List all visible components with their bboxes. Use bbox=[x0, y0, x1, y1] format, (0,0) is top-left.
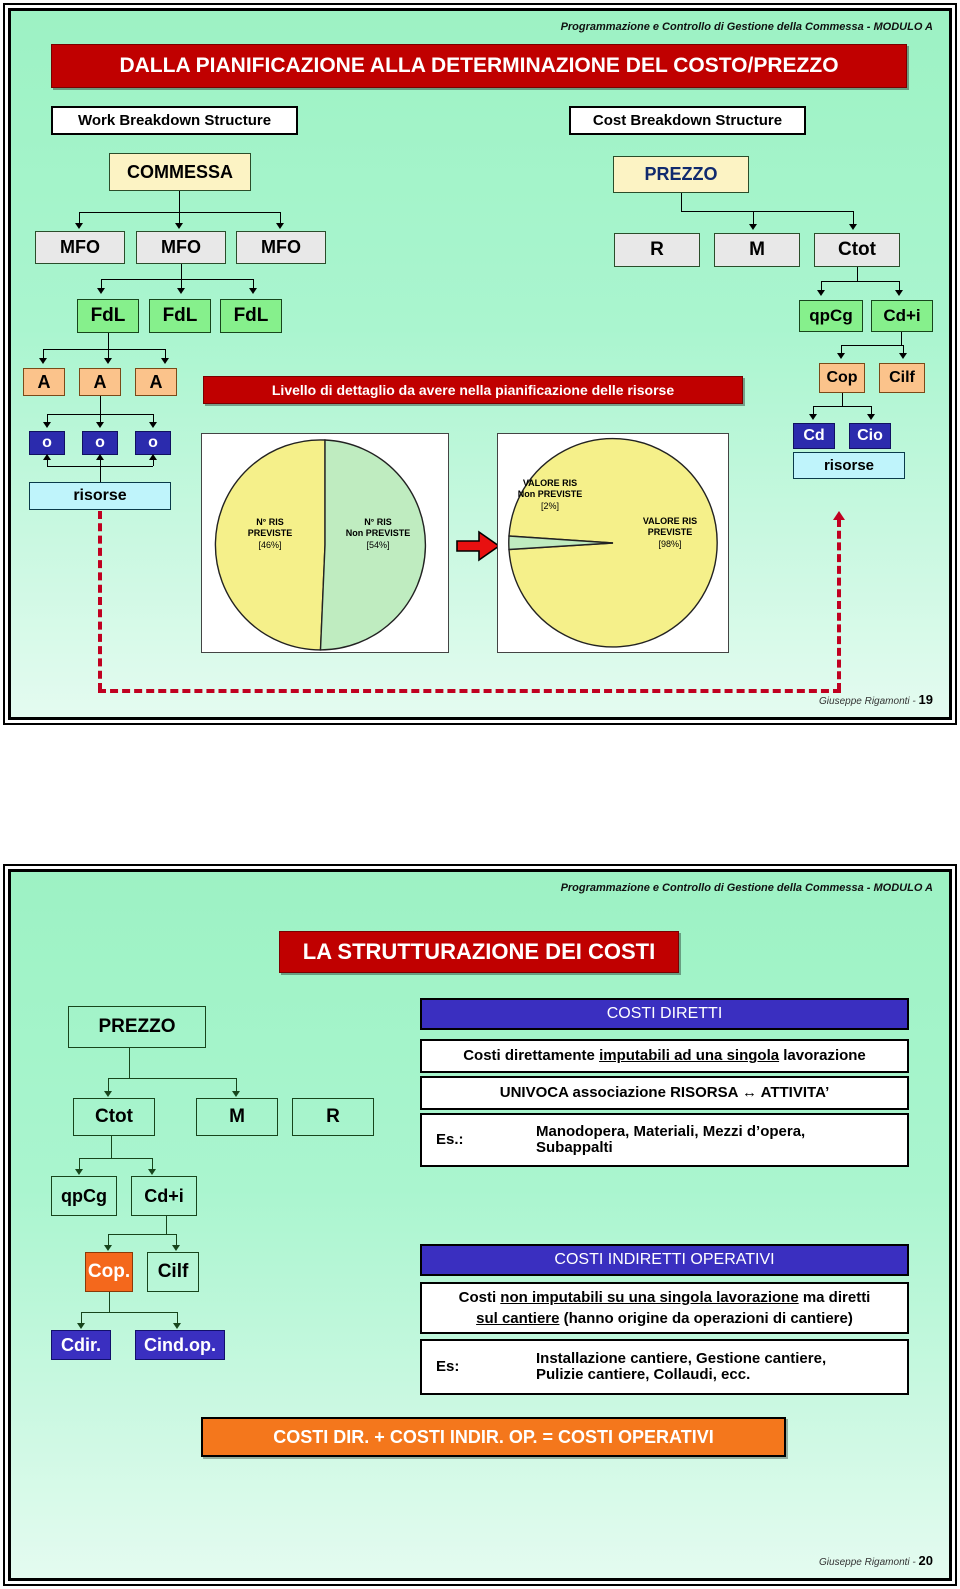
wbs-mfo-1: MFO bbox=[35, 231, 125, 264]
wbs-mfo-3: MFO bbox=[236, 231, 326, 264]
costi-diretti-definition: Costi direttamente imputabili ad una sin… bbox=[420, 1039, 909, 1073]
wbs-fdl-2: FdL bbox=[149, 299, 211, 333]
slide-1: Programmazione e Controllo di Gestione d… bbox=[3, 3, 957, 725]
indirect-def-l1-pre: Costi bbox=[458, 1289, 501, 1306]
slide2-cindop: Cind.op. bbox=[135, 1330, 225, 1360]
wbs-label: Work Breakdown Structure bbox=[51, 106, 298, 135]
cbs-root-prezzo: PREZZO bbox=[613, 156, 749, 193]
slide2-title: LA STRUTTURAZIONE DEI COSTI bbox=[279, 931, 679, 973]
costi-diretti-heading: COSTI DIRETTI bbox=[420, 998, 909, 1030]
slide2-cop: Cop. bbox=[85, 1252, 133, 1292]
slide1-footer: Giuseppe Rigamonti - 19 bbox=[819, 692, 933, 707]
slide1-header: Programmazione e Controllo di Gestione d… bbox=[560, 21, 933, 33]
costi-diretti-example-key: Es.: bbox=[436, 1131, 464, 1149]
slide2-cdi: Cd+i bbox=[131, 1176, 197, 1216]
wbs-risorse: risorse bbox=[29, 482, 171, 510]
definition-post: lavorazione bbox=[779, 1047, 866, 1065]
pie1-slice1-label: N° RIS PREVISTE [46%] bbox=[247, 517, 293, 550]
costi-indiretti-heading: COSTI INDIRETTI OPERATIVI bbox=[420, 1244, 909, 1276]
costi-operativi-sum-bar: COSTI DIR. + COSTI INDIR. OP. = COSTI OP… bbox=[201, 1417, 786, 1457]
cbs-cilf: Cilf bbox=[879, 363, 925, 393]
cbs-qpcg: qpCg bbox=[799, 300, 863, 332]
costi-diretti-example-values: Manodopera, Materiali, Mezzi d’opera, Su… bbox=[536, 1123, 806, 1156]
cbs-cop: Cop bbox=[819, 363, 865, 393]
costi-diretti-association: UNIVOCA associazione RISORSA ↔ ATTIVITA’ bbox=[420, 1076, 909, 1110]
wbs-fdl-3: FdL bbox=[220, 299, 282, 333]
slide2-r: R bbox=[292, 1098, 374, 1136]
slide2-prezzo: PREZZO bbox=[68, 1006, 206, 1048]
wbs-fdl-1: FdL bbox=[77, 299, 139, 333]
pie2-slice2-label: VALORE RIS PREVISTE [98%] bbox=[642, 516, 698, 549]
dashed-link-bottom bbox=[98, 689, 841, 693]
cbs-risorse: risorse bbox=[793, 452, 905, 479]
costi-indiretti-example-key: Es: bbox=[436, 1358, 460, 1376]
dashed-link-left bbox=[98, 511, 102, 691]
cbs-cio: Cio bbox=[849, 423, 891, 449]
definition-underline: imputabili ad una singola bbox=[599, 1047, 780, 1065]
cbs-r: R bbox=[614, 233, 700, 267]
costi-indiretti-examples: Es: Installazione cantiere, Gestione can… bbox=[420, 1339, 909, 1395]
cbs-label: Cost Breakdown Structure bbox=[569, 106, 806, 135]
slide2-qpcg: qpCg bbox=[51, 1176, 117, 1216]
wbs-o-3: o bbox=[135, 431, 171, 455]
pie2-slice1-label: VALORE RIS Non PREVISTE [2%] bbox=[517, 478, 583, 511]
wbs-a-2: A bbox=[79, 368, 121, 396]
slides-page: Programmazione e Controllo di Gestione d… bbox=[0, 0, 960, 1589]
costi-indiretti-definition: Costi non imputabili su una singola lavo… bbox=[420, 1282, 909, 1334]
dashed-link-arrow bbox=[833, 511, 845, 520]
pie1-slice2-label: N° RIS Non PREVISTE [54%] bbox=[345, 517, 411, 550]
slide2-cdir: Cdir. bbox=[51, 1330, 111, 1360]
costi-diretti-examples: Es.: Manodopera, Materiali, Mezzi d’oper… bbox=[420, 1113, 909, 1167]
pie-chart-1: N° RIS PREVISTE [46%] N° RIS Non PREVIST… bbox=[201, 433, 449, 653]
cbs-cd: Cd bbox=[793, 423, 835, 449]
cbs-cdi: Cd+i bbox=[871, 300, 933, 332]
dashed-link-right bbox=[837, 519, 841, 691]
slide1-banner: Livello di dettaglio da avere nella pian… bbox=[203, 376, 743, 404]
pie-chart-2: VALORE RIS Non PREVISTE [2%] VALORE RIS … bbox=[497, 433, 729, 653]
wbs-mfo-2: MFO bbox=[136, 231, 226, 264]
costi-indiretti-example-values: Installazione cantiere, Gestione cantier… bbox=[536, 1350, 827, 1383]
slide2-ctot: Ctot bbox=[73, 1098, 155, 1136]
indirect-def-l1-underline: non imputabili su una singola lavorazion… bbox=[500, 1289, 799, 1306]
slide2-header: Programmazione e Controllo di Gestione d… bbox=[560, 882, 933, 894]
slide1-title: DALLA PIANIFICAZIONE ALLA DETERMINAZIONE… bbox=[51, 44, 907, 88]
cbs-m: M bbox=[714, 233, 800, 267]
indirect-def-l2-underline: sul cantiere bbox=[476, 1310, 560, 1327]
definition-pre: Costi direttamente bbox=[463, 1047, 600, 1065]
transition-arrow-icon bbox=[455, 529, 501, 568]
slide2-cilf: Cilf bbox=[147, 1252, 199, 1292]
slide2-footer: Giuseppe Rigamonti - 20 bbox=[819, 1553, 933, 1568]
wbs-o-1: o bbox=[29, 431, 65, 455]
slide-2: Programmazione e Controllo di Gestione d… bbox=[3, 864, 957, 1586]
slide2-m: M bbox=[196, 1098, 278, 1136]
indirect-def-l1-post: ma diretti bbox=[798, 1289, 871, 1306]
wbs-a-1: A bbox=[23, 368, 65, 396]
wbs-a-3: A bbox=[135, 368, 177, 396]
wbs-root-commessa: COMMESSA bbox=[109, 153, 251, 191]
indirect-def-l2-post: (hanno origine da operazioni di cantiere… bbox=[559, 1310, 853, 1327]
cbs-ctot: Ctot bbox=[814, 233, 900, 267]
wbs-o-2: o bbox=[82, 431, 118, 455]
